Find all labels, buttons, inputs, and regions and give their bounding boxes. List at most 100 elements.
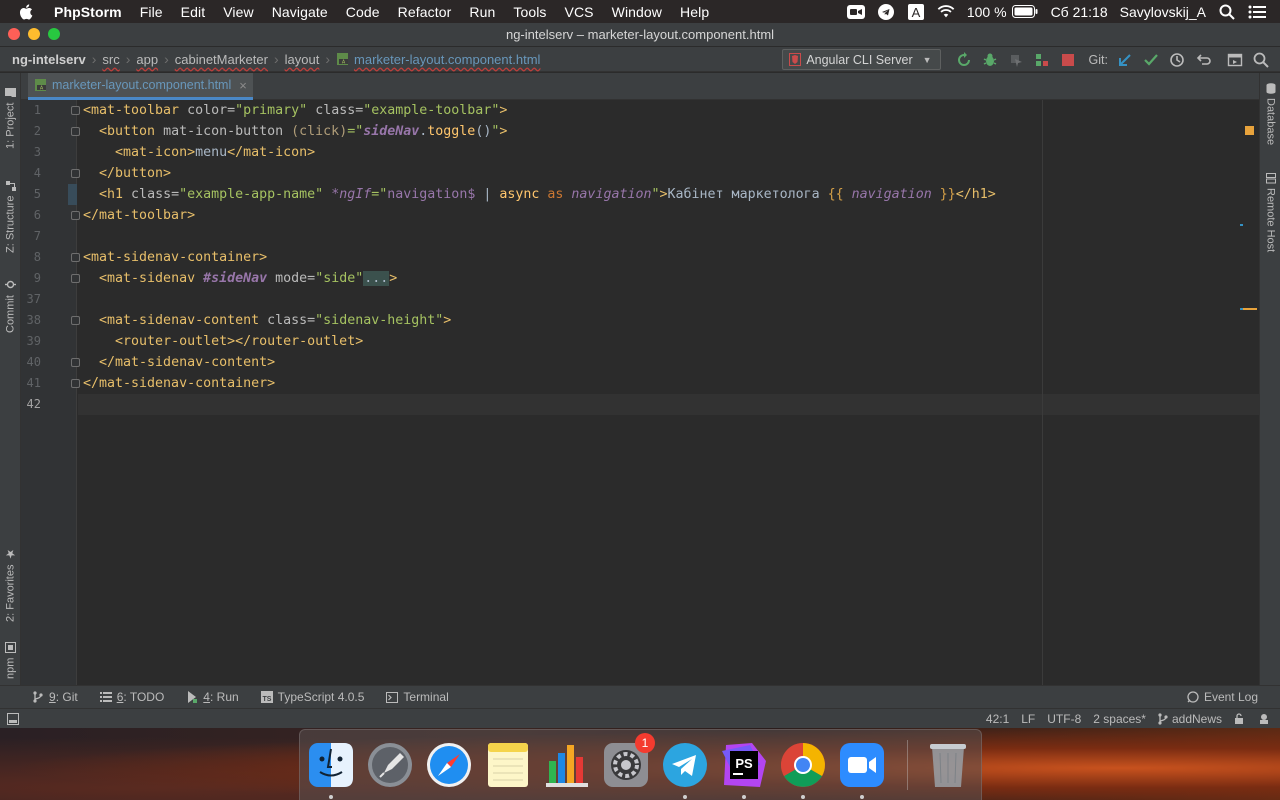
menu-view[interactable]: View: [223, 4, 254, 20]
dock-finder[interactable]: [306, 739, 356, 791]
dock-launchpad[interactable]: [365, 739, 415, 791]
telegram-tray-icon[interactable]: [877, 3, 895, 20]
breadcrumb-cabinet-marketer[interactable]: cabinetMarketer: [175, 52, 268, 67]
search-everywhere-icon[interactable]: [1252, 51, 1270, 69]
battery-icon[interactable]: [1011, 4, 1039, 20]
fold-marker-icon[interactable]: [71, 253, 80, 262]
breadcrumb-app[interactable]: app: [136, 52, 158, 67]
dock-chrome[interactable]: [778, 739, 828, 791]
fold-marker-icon[interactable]: [71, 379, 80, 388]
window-close-button[interactable]: [8, 28, 20, 40]
right-margin-guide: [1042, 100, 1043, 685]
breadcrumb-src[interactable]: src: [102, 52, 119, 67]
menu-edit[interactable]: Edit: [181, 4, 206, 20]
warning-marker[interactable]: [1243, 308, 1257, 310]
fold-marker-icon[interactable]: [71, 211, 80, 220]
menu-vcs[interactable]: VCS: [565, 4, 594, 20]
apple-menu-icon[interactable]: [18, 3, 36, 21]
fold-marker-icon[interactable]: [71, 274, 80, 283]
git-label: Git:: [1088, 52, 1108, 67]
bottom-tool-window-bar: 9: Git 6: TODO 4: Run TS TypeScript 4.0.…: [0, 685, 1280, 708]
tool-tab-favorites[interactable]: 2: Favorites ★: [2, 536, 19, 622]
git-update-arrow-icon[interactable]: [1116, 51, 1134, 69]
tool-tab-database[interactable]: Database: [1262, 83, 1279, 153]
dock-notes[interactable]: [483, 739, 533, 791]
fold-marker-icon[interactable]: [71, 358, 80, 367]
menu-file[interactable]: File: [140, 4, 163, 20]
coverage-icon[interactable]: [1007, 51, 1025, 69]
tool-tab-commit[interactable]: Commit: [2, 273, 19, 333]
spotlight-search-icon[interactable]: [1218, 4, 1236, 20]
window-minimize-button[interactable]: [28, 28, 40, 40]
dock-phpstorm[interactable]: PS: [719, 739, 769, 791]
input-source-icon[interactable]: A: [907, 3, 925, 20]
warning-marker[interactable]: [1245, 126, 1254, 135]
zoom-tray-icon[interactable]: [846, 4, 865, 20]
read-only-lock-icon[interactable]: [1234, 713, 1246, 725]
menu-run[interactable]: Run: [469, 4, 495, 20]
rollback-icon[interactable]: [1194, 51, 1212, 69]
stop-icon[interactable]: [1059, 51, 1077, 69]
folded-region[interactable]: ...: [363, 271, 390, 286]
caret-position[interactable]: 42:1: [986, 712, 1009, 726]
dock-trash[interactable]: [923, 739, 973, 791]
typescript-tool-label: TypeScript 4.0.5: [277, 690, 365, 704]
tool-tab-structure[interactable]: Z: Structure: [2, 173, 19, 253]
line-number-gutter[interactable]: 1 2 3 4 5 6 7 8 9 37 38 39 40 41 42: [21, 100, 80, 685]
inspector-icon[interactable]: [1258, 713, 1270, 725]
menu-navigate[interactable]: Navigate: [272, 4, 328, 20]
tool-tab-git[interactable]: 9: Git: [32, 690, 78, 704]
toggle-tool-windows-icon[interactable]: [7, 712, 19, 725]
tool-tab-todo[interactable]: 6: TODO: [99, 690, 164, 704]
line-separator[interactable]: LF: [1021, 712, 1035, 726]
dock-numbers[interactable]: [542, 739, 592, 791]
fold-marker-icon[interactable]: [71, 127, 80, 136]
fold-marker-icon[interactable]: [71, 106, 80, 115]
telegram-icon: [663, 743, 707, 787]
tool-tab-terminal[interactable]: Terminal: [386, 690, 449, 704]
menu-window[interactable]: Window: [612, 4, 662, 20]
git-branch-widget[interactable]: addNews: [1158, 712, 1222, 726]
dock-system-preferences[interactable]: 1: [601, 733, 655, 791]
window-title-bar[interactable]: ng-intelserv – marketer-layout.component…: [0, 23, 1280, 47]
breadcrumb-project[interactable]: ng-intelserv: [12, 52, 86, 67]
dock-zoom[interactable]: [837, 739, 887, 791]
tool-tab-npm[interactable]: npm: [2, 633, 19, 679]
close-tab-icon[interactable]: ×: [239, 78, 247, 93]
fold-marker-icon[interactable]: [71, 169, 80, 178]
git-commit-check-icon[interactable]: [1142, 51, 1160, 69]
notification-center-icon[interactable]: [1248, 4, 1266, 20]
file-encoding[interactable]: UTF-8: [1047, 712, 1081, 726]
breadcrumb-layout[interactable]: layout: [285, 52, 320, 67]
run-configuration-select[interactable]: Angular CLI Server ▼: [782, 49, 941, 70]
menu-refactor[interactable]: Refactor: [398, 4, 452, 20]
history-clock-icon[interactable]: [1168, 51, 1186, 69]
menu-tools[interactable]: Tools: [513, 4, 546, 20]
right-tool-window-bar: Database Remote Host: [1259, 73, 1280, 685]
window-zoom-button[interactable]: [48, 28, 60, 40]
dock-safari[interactable]: [424, 739, 474, 791]
menu-bar-user[interactable]: Savylovskij_A: [1120, 4, 1206, 20]
rerun-icon[interactable]: [955, 51, 973, 69]
presentation-mode-icon[interactable]: [1226, 51, 1244, 69]
dock-telegram[interactable]: [660, 739, 710, 791]
chevron-right-icon: ›: [125, 51, 131, 67]
tool-tab-event-log[interactable]: Event Log: [1187, 690, 1258, 704]
menu-help[interactable]: Help: [680, 4, 709, 20]
code-editor[interactable]: 1 2 3 4 5 6 7 8 9 37 38 39 40 41 42 <mat…: [21, 100, 1259, 685]
breadcrumb-file[interactable]: marketer-layout.component.html: [354, 52, 540, 67]
menu-code[interactable]: Code: [346, 4, 380, 20]
tool-tab-run[interactable]: 4: Run: [186, 690, 239, 704]
editor-tab-marketer-layout[interactable]: A marketer-layout.component.html ×: [28, 73, 253, 100]
attach-debugger-icon[interactable]: [1033, 51, 1051, 69]
menu-bar-clock[interactable]: Сб 21:18: [1051, 4, 1108, 20]
tool-tab-typescript[interactable]: TS TypeScript 4.0.5: [260, 690, 365, 704]
debug-bug-icon[interactable]: [981, 51, 999, 69]
wifi-icon[interactable]: [937, 4, 955, 20]
tool-tab-project[interactable]: 1: Project: [2, 83, 19, 149]
info-marker[interactable]: [1240, 224, 1243, 226]
fold-marker-icon[interactable]: [71, 316, 80, 325]
app-menu-phpstorm[interactable]: PhpStorm: [54, 4, 122, 20]
tool-tab-remote-host[interactable]: Remote Host: [1262, 173, 1279, 273]
indent-settings[interactable]: 2 spaces*: [1093, 712, 1146, 726]
